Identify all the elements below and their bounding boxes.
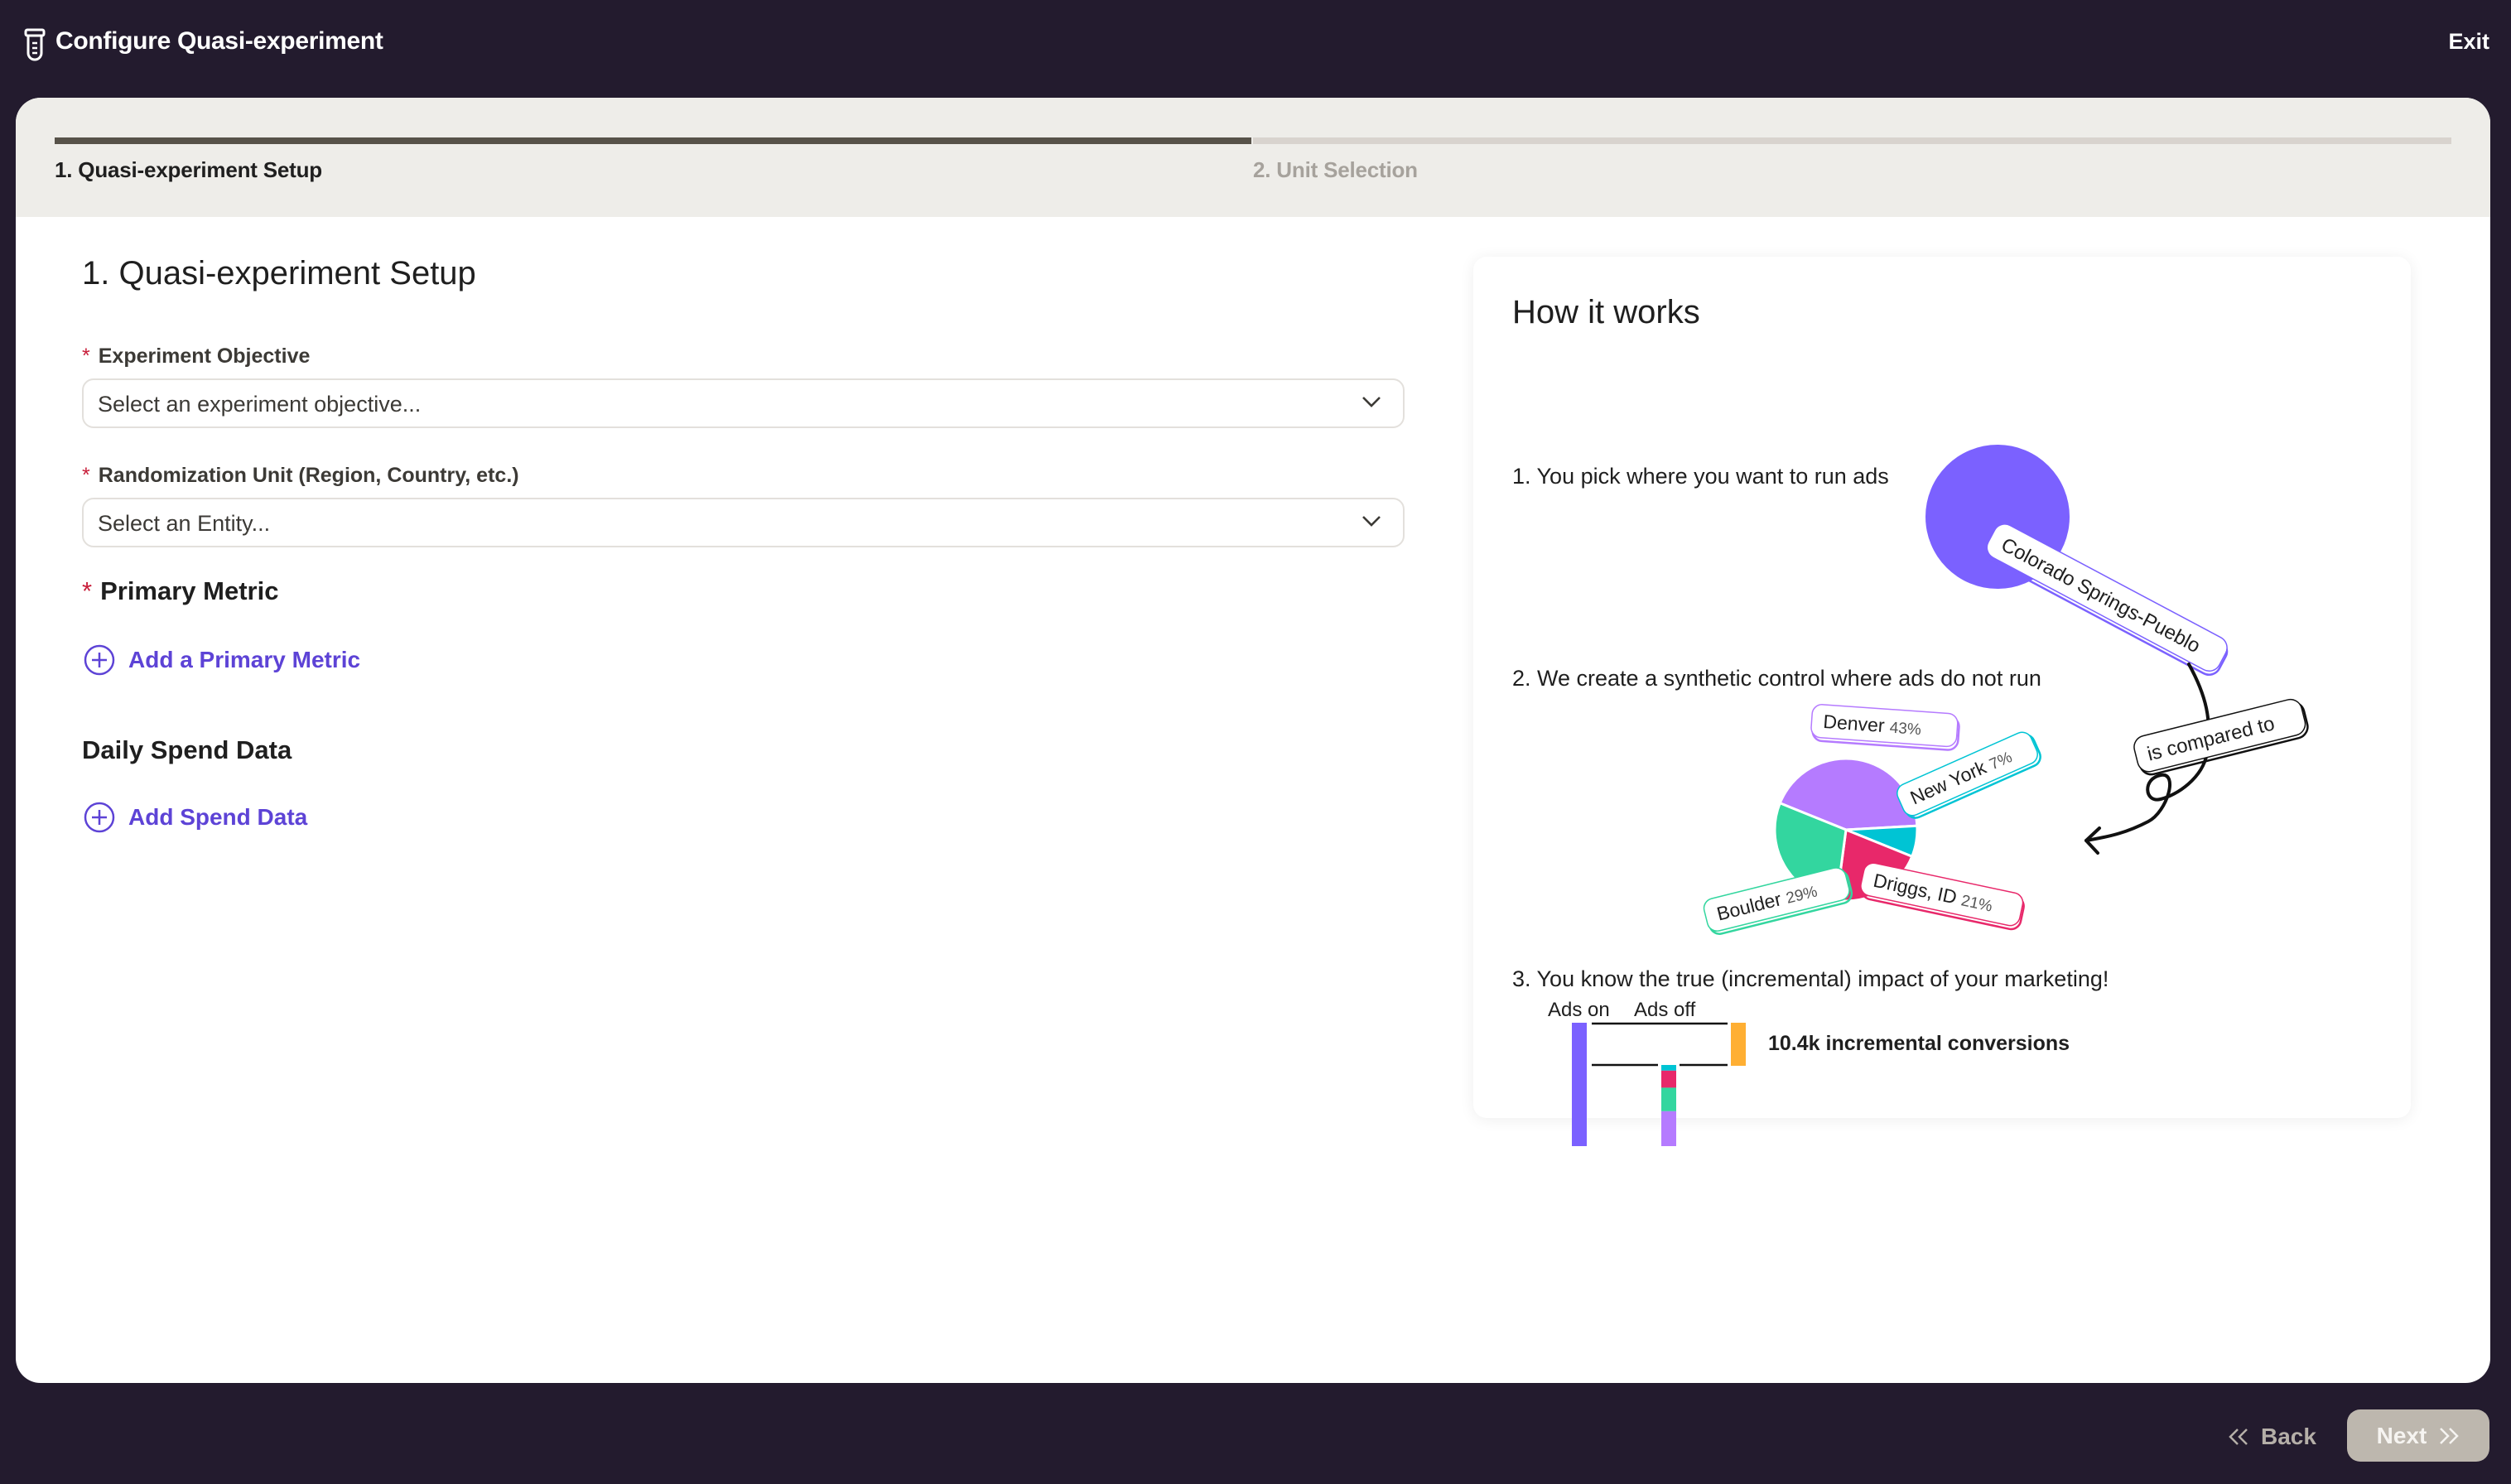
region-percent: 43% <box>1889 720 1922 740</box>
how-it-works-illustration: Colorado Springs-Pueblo Denver 43%New Yo… <box>1572 445 2309 1146</box>
treatment-region-tag: Colorado Springs-Pueblo <box>1985 523 2229 676</box>
objective-label-text: Experiment Objective <box>98 344 311 368</box>
chevron-down-icon <box>1362 516 1381 527</box>
randomization-unit-label: * Randomization Unit (Region, Country, et… <box>82 464 519 488</box>
region-tag: Denver 43% <box>1810 704 1960 751</box>
chevrons-right-icon <box>2440 1427 2460 1444</box>
primary-metric-title-text: Primary Metric <box>100 576 279 605</box>
add-spend-data-button[interactable]: Add Spend Data <box>84 802 307 833</box>
next-button[interactable]: Next <box>2347 1409 2489 1462</box>
experiment-objective-select[interactable]: Select an experiment objective... <box>82 378 1405 428</box>
step-quasi-experiment-setup[interactable]: 1. Quasi-experiment Setup <box>55 137 1251 183</box>
treatment-region-name: Colorado Springs-Pueblo <box>1998 533 2204 658</box>
synthetic-control-pie: Denver 43%New York 7%Driggs, ID 21%Bould… <box>1703 704 2041 935</box>
stepper: 1. Quasi-experiment Setup 2. Unit Select… <box>16 98 2490 217</box>
add-primary-metric-button[interactable]: Add a Primary Metric <box>84 644 360 676</box>
incremental-conversions-label: 10.4k incremental conversions <box>1768 1032 2070 1055</box>
randomization-unit-select[interactable]: Select an Entity... <box>82 498 1405 547</box>
test-tube-icon <box>24 28 46 61</box>
primary-metric-title: * Primary Metric <box>82 576 278 606</box>
ads-off-segment <box>1661 1111 1676 1146</box>
compare-tag: is compared to <box>2133 698 2309 776</box>
select-placeholder: Select an experiment objective... <box>98 392 422 417</box>
step-progress-bar <box>1253 137 2451 144</box>
add-primary-metric-label: Add a Primary Metric <box>128 647 361 672</box>
ads-on-label: Ads on <box>1548 999 1610 1021</box>
ads-off-segment <box>1661 1070 1676 1088</box>
add-spend-data-label: Add Spend Data <box>128 804 308 830</box>
required-asterisk: * <box>82 464 90 487</box>
back-label: Back <box>2261 1424 2316 1449</box>
required-asterisk: * <box>82 344 90 368</box>
incremental-bar <box>1731 1023 1746 1066</box>
how-it-works-card: How it works 1. You pick where you want … <box>1473 257 2411 1146</box>
required-asterisk: * <box>82 576 93 605</box>
ads-off-label: Ads off <box>1634 999 1696 1021</box>
chevron-down-icon <box>1362 397 1381 407</box>
incremental-bars <box>1572 1022 1746 1146</box>
exit-button[interactable]: Exit <box>2448 29 2489 55</box>
plus-circle-icon <box>84 644 115 676</box>
region-tag: Driggs, ID 21% <box>1860 862 2025 931</box>
app-title: Configure Quasi-experiment <box>55 27 383 55</box>
step-label: 2. Unit Selection <box>1253 157 1418 182</box>
plus-circle-icon <box>84 802 115 833</box>
top-bar: Configure Quasi-experiment Exit <box>0 0 2511 98</box>
page-title: 1. Quasi-experiment Setup <box>82 255 476 292</box>
region-tag: Boulder 29% <box>1703 867 1853 935</box>
ads-off-segment <box>1661 1087 1676 1111</box>
back-button[interactable]: Back <box>2228 1416 2316 1458</box>
daily-spend-title: Daily Spend Data <box>82 735 292 764</box>
main-card: 1. Quasi-experiment Setup 2. Unit Select… <box>16 98 2490 1383</box>
randomization-unit-label-text: Randomization Unit (Region, Country, etc… <box>98 464 519 487</box>
chevrons-left-icon <box>2229 1429 2248 1445</box>
next-label: Next <box>2376 1422 2427 1448</box>
step-unit-selection[interactable]: 2. Unit Selection <box>1253 137 2451 183</box>
step-label: 1. Quasi-experiment Setup <box>55 157 322 182</box>
step-progress-bar <box>55 137 1251 144</box>
ads-off-segment <box>1661 1065 1676 1071</box>
objective-label: * Experiment Objective <box>82 344 310 369</box>
ads-on-bar <box>1572 1023 1587 1146</box>
select-placeholder: Select an Entity... <box>98 511 271 536</box>
